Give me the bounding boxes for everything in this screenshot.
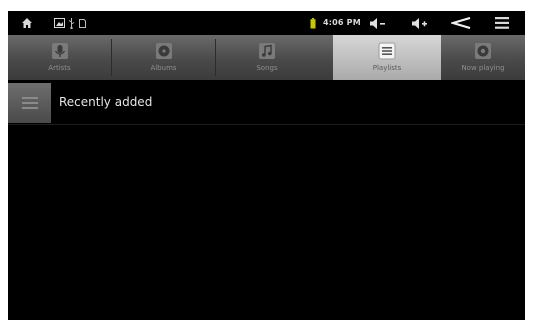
back-icon[interactable] [449, 11, 473, 35]
tab-songs[interactable]: Songs [216, 35, 318, 80]
tab-albums[interactable]: Albums [112, 35, 215, 80]
albums-icon [155, 41, 173, 61]
status-clock: 4:06 PM [323, 18, 361, 27]
usb-icon [66, 11, 76, 35]
songs-icon [258, 41, 276, 61]
status-bar: 4:06 PM [8, 11, 525, 35]
artists-icon [51, 41, 69, 61]
screen: 4:06 PM Artists Albums Songs Playlists N… [8, 11, 525, 320]
playlists-icon [378, 41, 396, 61]
sd-card-icon [77, 11, 87, 35]
tab-artists[interactable]: Artists [8, 35, 111, 80]
volume-down-icon[interactable] [368, 11, 388, 35]
list-item-label: Recently added [59, 95, 153, 109]
notification-image-icon [52, 11, 66, 35]
now-playing-icon [474, 41, 492, 61]
playlist-thumb-icon [8, 83, 51, 123]
library-tab-bar: Artists Albums Songs Playlists Now playi… [8, 35, 525, 80]
home-icon[interactable] [20, 11, 34, 35]
list-item[interactable]: Recently added [8, 80, 525, 125]
menu-icon[interactable] [492, 11, 512, 35]
battery-icon [308, 11, 318, 35]
volume-up-icon[interactable] [410, 11, 430, 35]
tab-now-playing[interactable]: Now playing [441, 35, 525, 80]
tab-playlists[interactable]: Playlists [333, 35, 441, 80]
